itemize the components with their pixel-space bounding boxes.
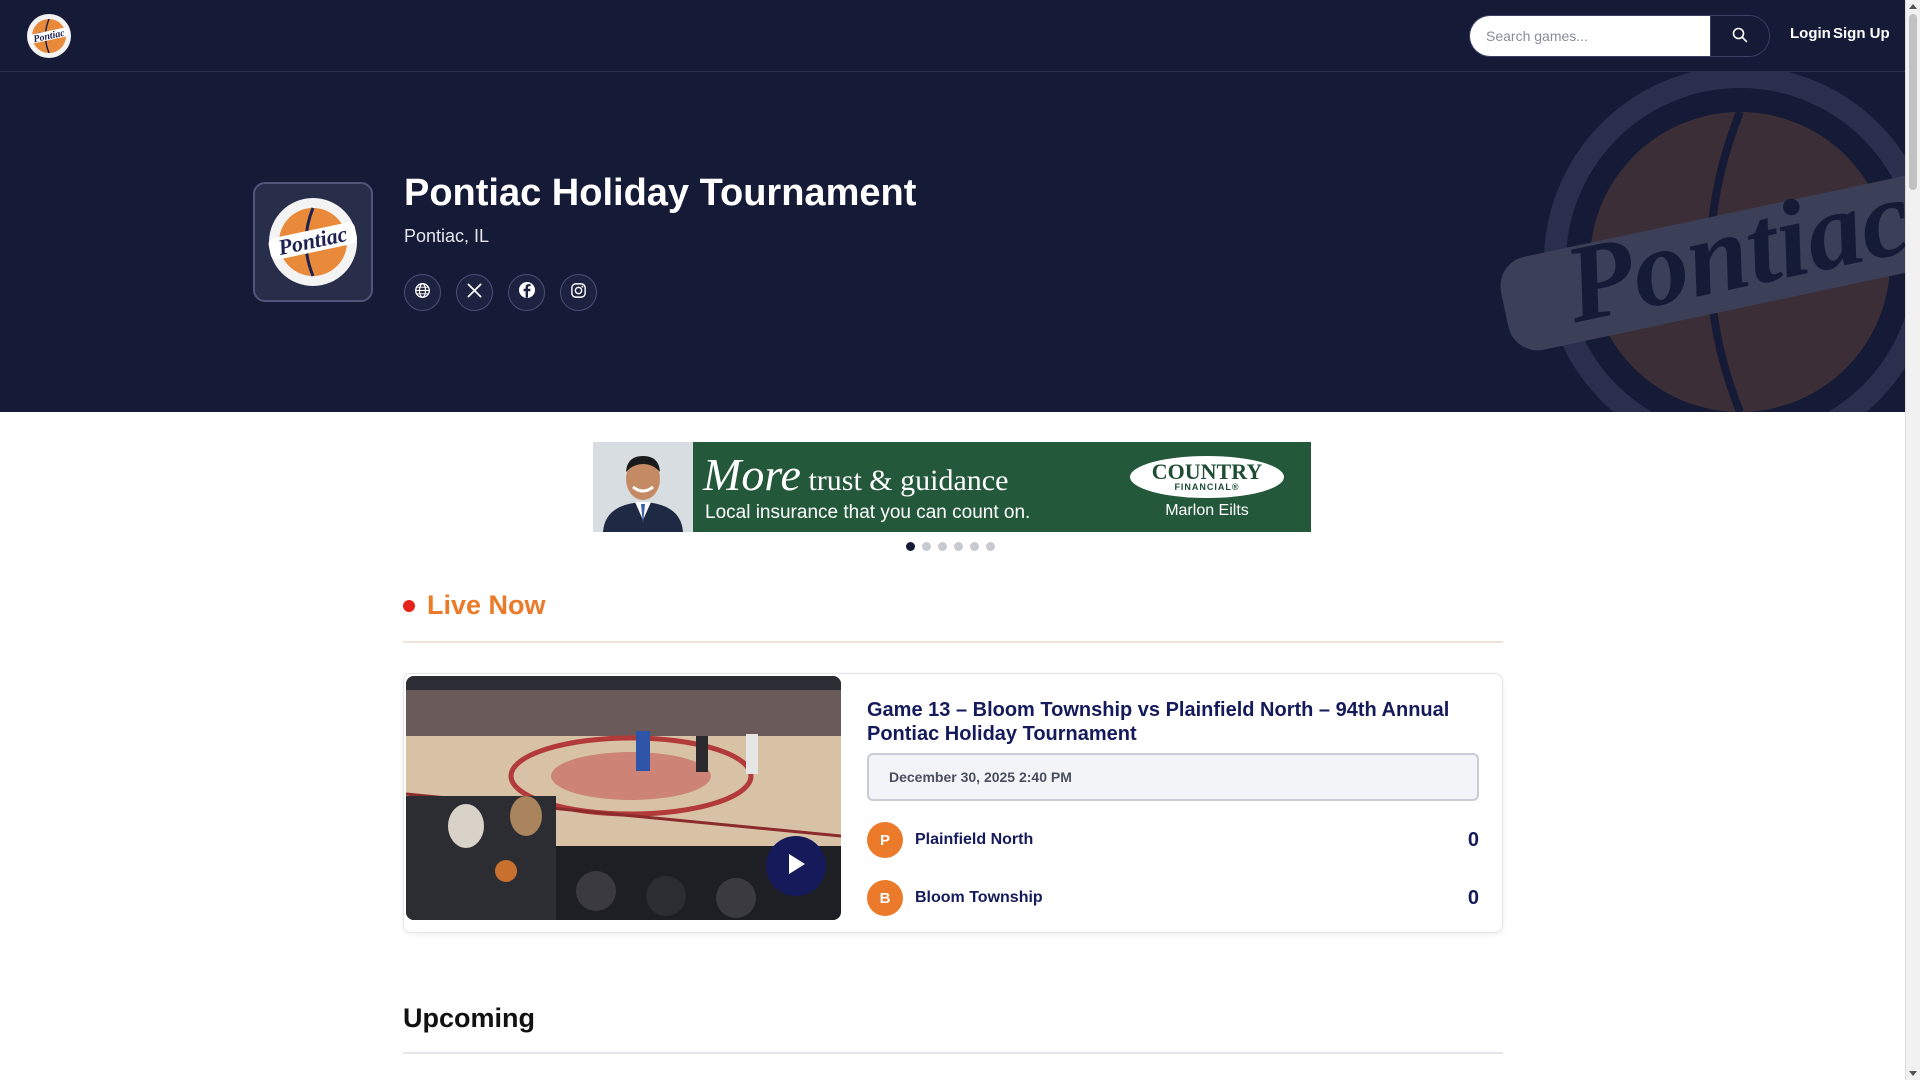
website-link[interactable] [404,274,441,311]
tournament-location: Pontiac, IL [404,226,490,246]
scroll-up-icon[interactable] [1909,4,1917,9]
scroll-down-icon[interactable] [1909,1071,1917,1076]
facebook-icon [518,281,536,304]
tournament-watermark-logo: Pontiac [1480,72,1905,412]
upcoming-title: Upcoming [403,1003,535,1033]
team-row: P Plainfield North 0 [867,822,1479,858]
carousel-dot[interactable] [906,542,915,551]
login-link[interactable]: Login [1790,25,1831,42]
team-score: 0 [1467,886,1479,909]
live-now-header: Live Now [403,590,546,621]
play-icon [785,852,807,881]
tournament-logo: Pontiac [253,182,373,302]
sponsor-ad-banner[interactable]: More trust & guidance Local insurance th… [593,442,1311,532]
section-divider [403,1052,1503,1054]
ad-agent-name: Marlon Eilts [1165,502,1249,519]
live-now-title: Live Now [427,590,546,620]
facebook-link[interactable] [508,274,545,311]
live-indicator-icon [403,599,415,612]
carousel-dot[interactable] [986,542,995,551]
ad-headline: More trust & guidance [703,449,1009,500]
team-name: Bloom Township [915,889,1043,906]
team-avatar: P [867,822,903,858]
search-button[interactable] [1710,16,1769,56]
live-game-card[interactable]: Game 13 – Bloom Township vs Plainfield N… [403,673,1503,933]
top-nav: Pontiac Login Sign Up [0,0,1905,72]
agent-photo [593,442,693,532]
team-score: 0 [1467,828,1479,851]
x-twitter-icon [466,282,483,304]
tournament-hero: Pontiac Pontiac Pontiac Holiday Tourname… [0,72,1905,412]
search-bar [1469,15,1770,57]
carousel-dot[interactable] [970,542,979,551]
search-icon [1732,27,1748,46]
instagram-icon [570,282,587,304]
page-title: Pontiac Holiday Tournament [404,172,917,214]
country-financial-logo: COUNTRY FINANCIAL® [1130,456,1284,498]
game-thumbnail[interactable] [406,676,841,920]
section-divider [403,641,1503,643]
team-name: Plainfield North [915,831,1034,848]
team-row: B Bloom Township 0 [867,880,1479,916]
carousel-dot[interactable] [954,542,963,551]
game-title[interactable]: Game 13 – Bloom Township vs Plainfield N… [867,698,1487,746]
page-scrollbar[interactable] [1905,0,1920,1080]
game-date: December 30, 2025 2:40 PM [867,753,1479,801]
carousel-dot[interactable] [938,542,947,551]
search-input[interactable] [1470,16,1710,56]
globe-icon [414,282,431,304]
twitter-link[interactable] [456,274,493,311]
scroll-thumb[interactable] [1909,14,1917,190]
carousel-dots [906,542,995,551]
team-avatar: B [867,880,903,916]
play-button[interactable] [766,836,826,896]
carousel-dot[interactable] [922,542,931,551]
instagram-link[interactable] [560,274,597,311]
ad-subline: Local insurance that you can count on. [705,502,1031,523]
pontiac-logo-icon[interactable]: Pontiac [24,11,74,61]
signup-link[interactable]: Sign Up [1833,25,1890,42]
